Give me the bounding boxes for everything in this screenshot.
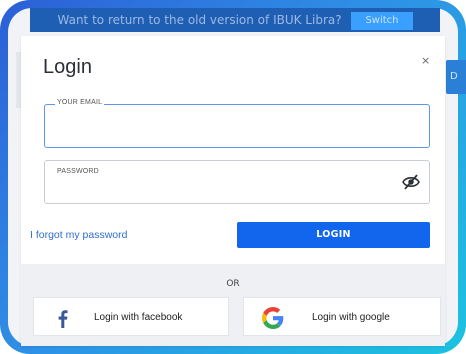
or-divider: OR bbox=[226, 279, 240, 289]
facebook-icon bbox=[58, 310, 68, 328]
google-button-label: Login with google bbox=[312, 312, 390, 323]
password-input[interactable] bbox=[55, 175, 399, 195]
facebook-button-label: Login with facebook bbox=[94, 312, 183, 323]
social-login-section: OR Login with facebook Login with google bbox=[21, 264, 445, 346]
password-field-label: PASSWORD bbox=[57, 168, 99, 175]
google-icon bbox=[262, 307, 284, 329]
version-banner: Want to return to the old version of IBU… bbox=[30, 8, 440, 32]
login-with-facebook-button[interactable]: Login with facebook bbox=[33, 297, 229, 336]
version-banner-text: Want to return to the old version of IBU… bbox=[57, 13, 342, 27]
login-with-google-button[interactable]: Login with google bbox=[243, 297, 441, 336]
modal-title: Login bbox=[43, 56, 92, 78]
close-icon[interactable]: × bbox=[421, 54, 430, 67]
password-field-container: PASSWORD bbox=[44, 160, 430, 204]
email-field-container: YOUR EMAIL bbox=[44, 99, 430, 148]
eye-slash-icon[interactable] bbox=[401, 174, 421, 190]
email-input[interactable] bbox=[55, 119, 399, 139]
forgot-password-link[interactable]: I forgot my password bbox=[30, 229, 127, 241]
login-modal: Login × YOUR EMAIL PASSWORD I forgot my … bbox=[21, 36, 445, 346]
switch-version-button[interactable]: Switch bbox=[351, 11, 413, 30]
login-button[interactable]: LOGIN bbox=[237, 222, 430, 248]
background-side-tab[interactable]: D bbox=[446, 60, 466, 94]
email-field-label: YOUR EMAIL bbox=[55, 99, 105, 106]
